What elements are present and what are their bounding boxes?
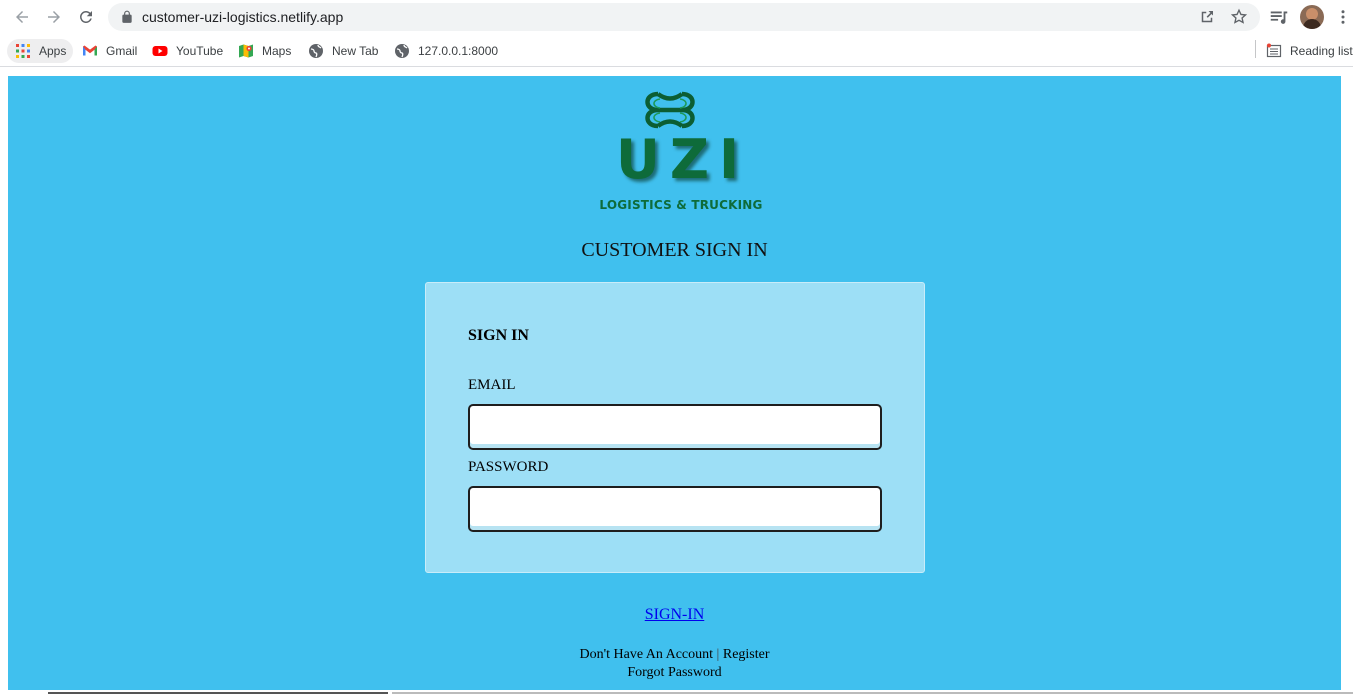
lock-icon (122, 10, 132, 23)
bookmark-label: Gmail (106, 44, 138, 58)
email-field[interactable] (468, 404, 882, 450)
reading-list-icon (1266, 43, 1282, 58)
email-label: EMAIL (468, 377, 516, 393)
forgot-password-link[interactable]: Forgot Password (627, 665, 721, 680)
browser-toolbar: customer-uzi-logistics.netlify.app (0, 0, 1353, 34)
youtube-icon (152, 46, 168, 56)
apps-grid-icon (16, 44, 30, 58)
uzi-logo: UZI LOGISTICS & TRUCKING (586, 86, 776, 216)
password-label: PASSWORD (468, 459, 549, 475)
sign-in-link-row: SIGN-IN (8, 606, 1341, 624)
share-icon[interactable] (1198, 8, 1216, 26)
kebab-menu-icon[interactable] (1334, 6, 1352, 28)
arrow-right-icon (48, 11, 60, 23)
bookmarks-divider (1255, 40, 1256, 58)
form-heading: SIGN IN (468, 327, 529, 344)
logo-tagline: LOGISTICS & TRUCKING (599, 198, 763, 212)
forward-button[interactable] (42, 5, 66, 29)
maps-icon (239, 44, 253, 58)
logo-brand: UZI (616, 128, 750, 191)
bookmark-label: YouTube (176, 44, 224, 58)
bookmark-label: New Tab (332, 44, 379, 58)
bookmark-maps[interactable]: Maps (238, 39, 291, 63)
reload-icon (80, 10, 92, 23)
account-links: Don't Have An Account | Register (8, 647, 1341, 663)
reading-list-label: Reading list (1290, 44, 1353, 58)
gmail-icon (83, 45, 97, 56)
globe-icon (309, 44, 323, 58)
page-body: UZI LOGISTICS & TRUCKING CUSTOMER SIGN I… (8, 76, 1341, 690)
media-queue-icon[interactable] (1268, 6, 1290, 28)
reload-button[interactable] (74, 5, 98, 29)
bookmark-youtube[interactable]: YouTube (152, 39, 223, 63)
avatar[interactable] (1300, 5, 1324, 29)
sign-in-link[interactable]: SIGN-IN (645, 606, 705, 623)
register-link[interactable]: Register (723, 647, 770, 662)
url-text: customer-uzi-logistics.netlify.app (142, 9, 344, 25)
sign-in-card: SIGN IN EMAIL PASSWORD (425, 282, 925, 573)
globe-icon (395, 44, 409, 58)
footer-separator: | (716, 647, 720, 662)
bookmark-gmail[interactable]: Gmail (82, 39, 137, 63)
bookmark-apps[interactable]: Apps (7, 39, 74, 63)
scrollbar[interactable] (1341, 68, 1353, 694)
bookmarks-bar: Apps Gmail YouTube Maps New Tab 127.0.0.… (0, 34, 1353, 67)
bookmark-localhost[interactable]: 127.0.0.1:8000 (394, 39, 498, 63)
password-field[interactable] (468, 486, 882, 532)
forgot-row: Forgot Password (8, 665, 1341, 681)
no-account-link[interactable]: Don't Have An Account (579, 647, 713, 662)
back-button[interactable] (10, 5, 34, 29)
bookmark-new-tab[interactable]: New Tab (308, 39, 378, 63)
star-icon[interactable] (1230, 8, 1248, 26)
arrow-left-icon (16, 11, 28, 23)
bookmark-label: 127.0.0.1:8000 (418, 44, 499, 58)
page-title: CUSTOMER SIGN IN (581, 239, 768, 261)
reading-list-button[interactable]: Reading list (1266, 39, 1353, 63)
bookmark-label: Maps (262, 44, 292, 58)
bookmark-label: Apps (39, 44, 67, 58)
address-bar[interactable]: customer-uzi-logistics.netlify.app (108, 3, 1260, 31)
